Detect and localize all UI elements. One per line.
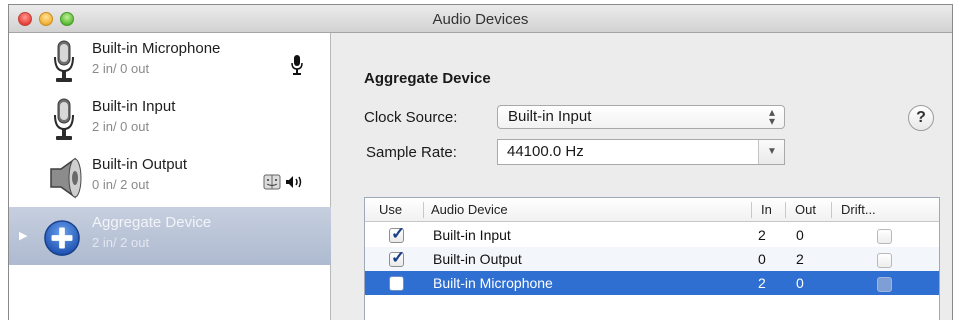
device-item-built-in-microphone[interactable]: Built-in Microphone 2 in/ 0 out (9, 33, 331, 91)
column-header-use[interactable]: Use (379, 202, 402, 217)
device-cell: Built-in Input (433, 227, 511, 243)
device-item-aggregate-device[interactable]: ▶ Aggregate Device 2 in/ 2 out (9, 207, 331, 265)
checkmark-icon: ✓ (391, 224, 406, 243)
device-list: Built-in Microphone 2 in/ 0 out Built-in… (9, 33, 331, 320)
device-name: Built-in Microphone (92, 40, 221, 57)
use-checkbox[interactable]: ✓ (389, 248, 405, 267)
use-checkbox[interactable] (389, 276, 404, 291)
drift-correction-checkbox[interactable] (877, 277, 892, 292)
device-item-built-in-input[interactable]: Built-in Input 2 in/ 0 out (9, 91, 331, 149)
device-name: Built-in Input (92, 98, 176, 115)
table-header: Use Audio Device In Out Drift... (365, 198, 939, 222)
aggregate-plus-icon (44, 220, 80, 256)
column-header-drift[interactable]: Drift... (841, 202, 876, 217)
in-cell: 0 (758, 251, 766, 267)
device-name: Aggregate Device (92, 214, 212, 231)
device-io: 2 in/ 0 out (92, 119, 150, 134)
sample-rate-label: Sample Rate: (366, 144, 457, 161)
out-cell: 0 (796, 227, 804, 243)
table-row-selected[interactable]: Built-in Microphone 2 0 (365, 271, 939, 295)
column-header-in[interactable]: In (761, 202, 772, 217)
speaker-badge-icon (286, 176, 302, 188)
clock-source-label: Clock Source: (364, 109, 458, 126)
column-divider (423, 202, 424, 218)
speaker-icon (50, 157, 82, 199)
drift-correction-checkbox[interactable] (877, 253, 892, 268)
out-cell: 2 (796, 251, 804, 267)
drift-correction-checkbox[interactable] (877, 229, 892, 244)
in-cell: 2 (758, 227, 766, 243)
device-io: 2 in/ 0 out (92, 61, 150, 76)
device-io: 2 in/ 2 out (92, 235, 150, 250)
sample-rate-value: 44100.0 Hz (507, 143, 584, 160)
device-detail-panel: Aggregate Device Clock Source: Built-in … (332, 33, 952, 320)
chevron-down-icon: ▼ (767, 146, 777, 157)
sample-rate-dropdown-button[interactable]: ▼ (758, 140, 784, 164)
out-cell: 0 (796, 275, 804, 291)
column-divider (751, 202, 752, 218)
help-button[interactable]: ? (908, 105, 934, 131)
window-title: Audio Devices (432, 11, 529, 28)
disclosure-triangle-icon[interactable]: ▶ (19, 229, 27, 242)
column-divider (785, 202, 786, 218)
column-header-audio-device[interactable]: Audio Device (431, 202, 508, 217)
microphone-badge-icon (291, 55, 303, 75)
device-cell: Built-in Output (433, 251, 522, 267)
audio-devices-window: Audio Devices Built-in Microphone 2 in/ … (8, 4, 953, 320)
table-row[interactable]: ✓ Built-in Input 2 0 (365, 223, 939, 247)
popup-arrows-icon: ▴ ▾ (768, 105, 775, 128)
in-cell: 2 (758, 275, 766, 291)
device-name: Built-in Output (92, 156, 188, 173)
microphone-icon (54, 40, 74, 82)
device-item-built-in-output[interactable]: Built-in Output 0 in/ 2 out (9, 149, 331, 207)
sample-rate-combo[interactable]: 44100.0 Hz ▼ (497, 139, 785, 165)
column-divider (831, 202, 832, 218)
finder-badge-icon (263, 174, 281, 190)
table-row[interactable]: ✓ Built-in Output 0 2 (365, 247, 939, 271)
use-checkbox[interactable]: ✓ (389, 224, 405, 243)
microphone-icon (54, 98, 74, 140)
detail-title: Aggregate Device (364, 70, 491, 87)
device-io: 0 in/ 2 out (92, 177, 150, 192)
clock-source-popup[interactable]: Built-in Input ▴ ▾ (497, 105, 785, 129)
column-header-out[interactable]: Out (795, 202, 816, 217)
sub-device-table: Use Audio Device In Out Drift... ✓ Built… (364, 197, 940, 320)
device-cell: Built-in Microphone (433, 275, 553, 291)
checkmark-icon: ✓ (391, 248, 406, 267)
title-bar: Audio Devices (9, 5, 952, 33)
clock-source-value: Built-in Input (508, 108, 592, 125)
